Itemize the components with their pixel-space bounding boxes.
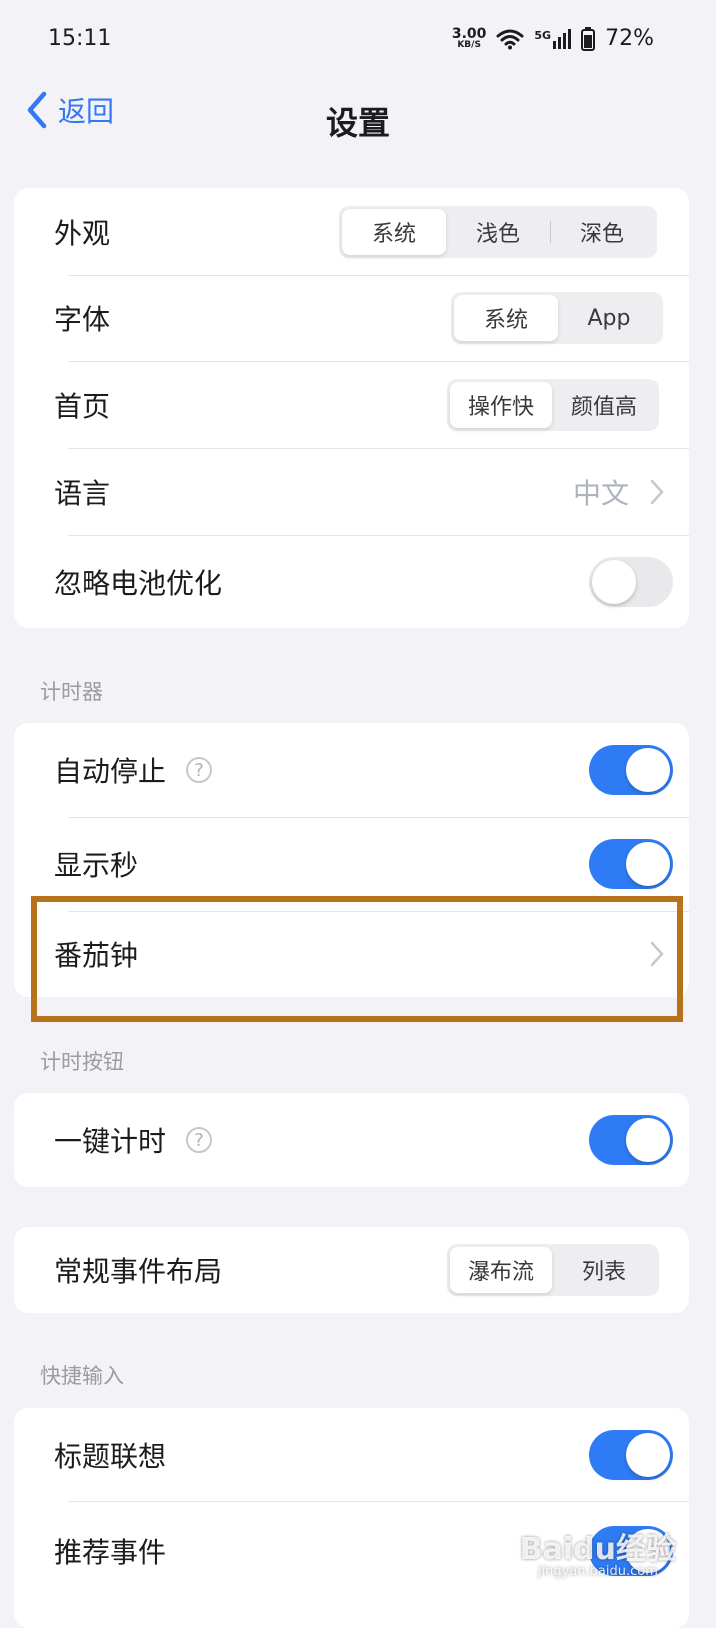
signal-label: 5G (534, 28, 552, 42)
one-tap-toggle[interactable] (589, 1115, 673, 1165)
timer-section-header: 计时器 (40, 680, 103, 704)
auto-stop-label: 自动停止 (54, 755, 167, 788)
ignore-battery-toggle[interactable] (589, 556, 673, 607)
general-settings-group: 外观 系统 浅色 深色 字体 系统 App 首页 操作快 颜值高 语言 中文 忽… (14, 188, 689, 628)
wifi-icon (496, 29, 524, 49)
timer-button-group: 一键计时 ? (14, 1093, 689, 1187)
auto-stop-toggle[interactable] (589, 745, 673, 795)
watermark-sub: jingyan.baidu.com (537, 1564, 658, 1579)
show-seconds-toggle[interactable] (589, 839, 673, 889)
net-speed: 3.00 KB/S (452, 27, 487, 50)
battery-percent: 72% (605, 26, 654, 51)
toggle-knob (592, 559, 636, 604)
home-segmented: 操作快 颜值高 (447, 378, 659, 431)
status-bar: 15:11 3.00 KB/S 5G 72% (0, 0, 716, 82)
help-icon[interactable]: ? (186, 757, 213, 783)
toggle-knob (626, 1432, 670, 1477)
title-suggest-label: 标题联想 (54, 1439, 167, 1473)
nav-bar: 返回 设置 (0, 82, 716, 152)
font-segmented: 系统 App (451, 292, 663, 344)
home-option-pretty[interactable]: 颜值高 (552, 382, 656, 428)
language-label: 语言 (54, 476, 111, 510)
appearance-option-system[interactable]: 系统 (342, 208, 446, 255)
one-tap-timer-row: 一键计时 ? (14, 1093, 689, 1187)
font-label: 字体 (54, 303, 111, 336)
title-suggest-row: 标题联想 (14, 1408, 689, 1501)
pomodoro-label: 番茄钟 (54, 939, 139, 972)
status-icons: 3.00 KB/S 5G 72% (452, 26, 654, 51)
event-layout-label: 常规事件布局 (54, 1255, 223, 1288)
home-label: 首页 (54, 389, 111, 423)
chevron-right-icon (650, 941, 664, 967)
battery-icon (581, 26, 596, 51)
language-value-group: 中文 (573, 472, 665, 512)
quick-input-group: 标题联想 推荐事件 (14, 1408, 689, 1628)
appearance-option-dark[interactable]: 深色 (550, 209, 654, 255)
chevron-right-icon (650, 479, 664, 504)
quick-input-section-header: 快捷输入 (40, 1364, 124, 1388)
appearance-segmented: 系统 浅色 深色 (339, 205, 657, 258)
font-option-app[interactable]: App (558, 295, 660, 341)
watermark-text: Baidu经验 (519, 1532, 676, 1567)
ignore-battery-row: 忽略电池优化 (14, 535, 689, 628)
one-tap-label-group: 一键计时 ? (54, 1120, 213, 1160)
toggle-knob (626, 748, 670, 792)
page-title: 设置 (325, 104, 390, 142)
layout-option-waterfall[interactable]: 瀑布流 (450, 1247, 552, 1293)
appearance-label: 外观 (54, 216, 111, 250)
status-time: 15:11 (48, 26, 112, 51)
toggle-knob (626, 1118, 670, 1162)
recommend-events-label: 推荐事件 (54, 1536, 167, 1569)
language-value: 中文 (572, 476, 629, 510)
appearance-row: 外观 系统 浅色 深色 (14, 188, 689, 275)
timer-settings-group: 自动停止 ? 显示秒 番茄钟 (14, 723, 689, 997)
net-speed-unit: KB/S (457, 40, 481, 50)
auto-stop-label-group: 自动停止 ? (54, 750, 213, 790)
signal-icon: 5G (534, 28, 572, 49)
timer-button-section-header: 计时按钮 (40, 1050, 124, 1074)
language-row[interactable]: 语言 中文 (14, 448, 689, 535)
appearance-option-light[interactable]: 浅色 (446, 209, 550, 255)
pomodoro-row[interactable]: 番茄钟 (14, 911, 689, 997)
layout-group: 常规事件布局 瀑布流 列表 (14, 1227, 689, 1313)
event-layout-row: 常规事件布局 瀑布流 列表 (14, 1227, 689, 1313)
net-speed-value: 3.00 (451, 26, 487, 42)
font-row: 字体 系统 App (14, 275, 689, 361)
auto-stop-row: 自动停止 ? (14, 723, 689, 817)
one-tap-label: 一键计时 (54, 1125, 167, 1158)
font-option-system[interactable]: 系统 (454, 295, 558, 341)
home-option-fast[interactable]: 操作快 (450, 381, 552, 428)
ignore-battery-label: 忽略电池优化 (54, 566, 223, 600)
title-suggest-toggle[interactable] (589, 1429, 673, 1480)
show-seconds-row: 显示秒 (14, 817, 689, 911)
event-layout-segmented: 瀑布流 列表 (447, 1244, 659, 1296)
baidu-watermark: Baidu经验 jingyan.baidu.com (519, 1532, 676, 1579)
layout-option-list[interactable]: 列表 (552, 1247, 656, 1293)
toggle-knob (626, 842, 670, 886)
home-row: 首页 操作快 颜值高 (14, 361, 689, 448)
help-icon[interactable]: ? (186, 1127, 213, 1153)
show-seconds-label: 显示秒 (54, 849, 139, 882)
